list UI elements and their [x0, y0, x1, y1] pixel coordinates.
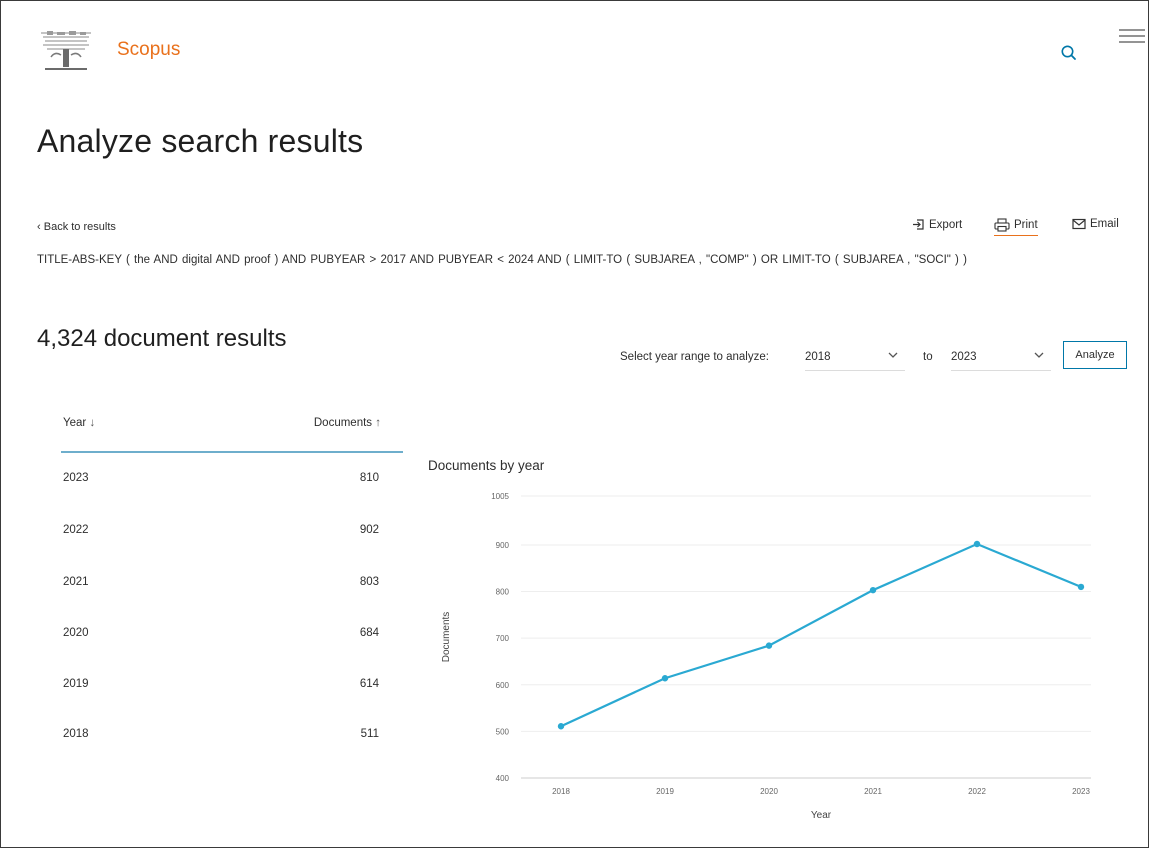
row-count: 902 [359, 524, 379, 536]
print-button[interactable]: Print [994, 218, 1038, 236]
row-count: 511 [360, 728, 379, 740]
data-point [557, 723, 565, 730]
row-year: 2021 [63, 576, 89, 588]
series-line [560, 542, 1082, 728]
row-count: 684 [359, 627, 379, 639]
x-tick-label: 2023 [1072, 787, 1090, 796]
back-link-label: Back to results [43, 221, 116, 233]
search-query-text: TITLE-ABS-KEY ( the AND digital AND proo… [37, 254, 967, 266]
row-count: 614 [359, 678, 379, 690]
print-label: Print [1014, 219, 1038, 231]
export-button[interactable]: Export [912, 218, 962, 231]
chevron-down-icon [888, 352, 898, 358]
export-icon [913, 219, 924, 230]
y-tick-label: 800 [496, 588, 510, 597]
from-year-select[interactable]: 2018 [805, 348, 905, 371]
x-tick-label: 2020 [760, 787, 778, 796]
documents-by-year-chart: 400 500 600 700 800 900 1005 2018 2019 2020 2021 20… [441, 492, 1091, 821]
table-row: 2018 511 [61, 728, 403, 748]
table-row: 2023 810 [61, 472, 403, 492]
to-year-select[interactable]: 2023 [951, 348, 1051, 371]
table-row: 2020 684 [61, 627, 403, 647]
email-label: Email [1090, 218, 1119, 230]
y-tick-label: 400 [496, 774, 510, 783]
analyze-button[interactable]: Analyze [1063, 341, 1127, 369]
table-row: 2021 803 [61, 576, 403, 596]
year-range-label: Select year range to analyze: [620, 351, 769, 363]
arrow-down-icon: ↓ [89, 417, 96, 429]
x-tick-label: 2022 [968, 787, 986, 796]
x-tick-label: 2021 [864, 787, 882, 796]
row-year: 2022 [63, 524, 89, 536]
row-count: 803 [359, 576, 379, 588]
email-icon [1072, 218, 1086, 230]
site-header: Scopus [1, 1, 1148, 91]
year-column-header[interactable]: Year ↓ [63, 417, 95, 429]
chevron-down-icon [1034, 352, 1044, 358]
row-year: 2023 [63, 472, 89, 484]
row-year: 2018 [63, 728, 89, 740]
x-tick-label: 2019 [656, 787, 674, 796]
to-year-value: 2023 [951, 351, 977, 363]
export-label: Export [929, 218, 963, 231]
y-tick-label: 600 [496, 681, 510, 690]
back-to-results-link[interactable]: ‹ Back to results [37, 221, 116, 233]
page-frame: Scopus Analyze search results ‹ Back to … [0, 0, 1149, 848]
from-year-value: 2018 [805, 351, 831, 363]
document-results-count: 4,324 document results [37, 325, 287, 352]
data-point [661, 675, 669, 682]
print-icon [994, 218, 1010, 232]
chart-title: Documents by year [428, 458, 545, 473]
search-icon[interactable] [1059, 43, 1079, 63]
y-tick-label: 700 [496, 634, 510, 643]
row-year: 2019 [63, 678, 89, 690]
year-header-label: Year [63, 417, 87, 429]
scopus-brand[interactable]: Scopus [117, 39, 180, 61]
chevron-left-icon: ‹ [37, 221, 41, 233]
data-point [765, 642, 773, 649]
y-tick-label: 500 [496, 727, 510, 736]
data-point [869, 586, 877, 594]
y-axis-title: Documents [441, 612, 452, 663]
to-label: to [923, 351, 933, 363]
row-year: 2020 [63, 627, 89, 639]
table-header: Year ↓ Documents ↑ [61, 417, 403, 453]
data-point [1077, 583, 1085, 591]
email-button[interactable]: Email [1072, 218, 1119, 230]
x-tick-label: 2018 [552, 787, 570, 796]
hamburger-menu-icon[interactable] [1117, 27, 1147, 47]
data-point [973, 540, 981, 548]
table-row: 2019 614 [61, 678, 403, 698]
x-axis-title: Year [811, 810, 832, 821]
y-tick-label: 1005 [491, 492, 509, 501]
documents-header-label: Documents [313, 417, 373, 429]
y-tick-label: 900 [496, 541, 510, 550]
elsevier-tree-logo[interactable] [37, 27, 95, 75]
arrow-up-icon: ↑ [375, 417, 381, 429]
page-title: Analyze search results [37, 123, 364, 159]
documents-column-header[interactable]: Documents ↑ [314, 417, 381, 429]
table-row: 2022 902 [61, 524, 403, 544]
row-count: 810 [359, 472, 379, 484]
